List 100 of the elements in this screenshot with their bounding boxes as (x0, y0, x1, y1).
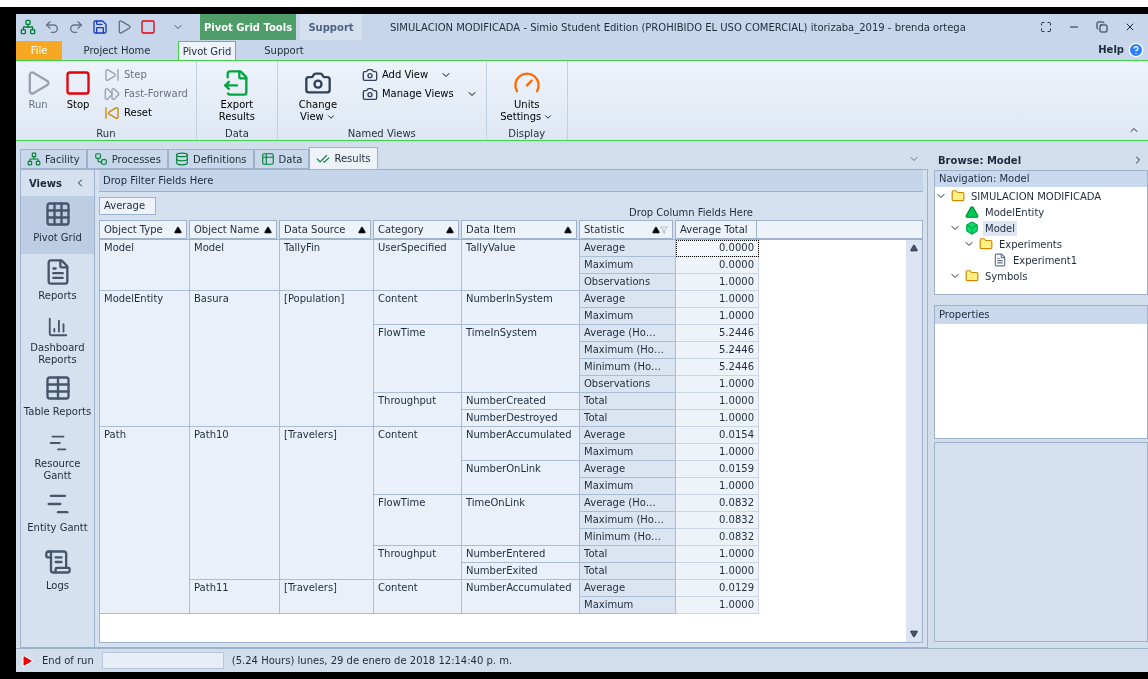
sort-icon[interactable] (358, 225, 366, 234)
scrollbar[interactable] (906, 240, 922, 642)
scroll-up-icon[interactable] (910, 244, 918, 252)
field-header[interactable]: Statistic (579, 220, 673, 239)
document-tab[interactable]: Results (309, 147, 378, 169)
view-item[interactable]: Table Reports (21, 370, 94, 428)
statistic-cell: Average (580, 291, 676, 308)
value-cell[interactable]: 0.0154 (676, 427, 759, 444)
value-cell[interactable]: 0.0000 (676, 257, 759, 274)
tree-item[interactable]: ModelEntity (983, 204, 1047, 220)
value-cell[interactable]: 1.0000 (676, 308, 759, 325)
view-item[interactable]: Reports (21, 254, 94, 312)
document-tab[interactable]: Facility (20, 149, 87, 169)
ribbon-tab[interactable]: Support (252, 41, 316, 60)
view-item[interactable]: Pivot Grid (21, 196, 94, 254)
ribbon-button[interactable]: Reset (100, 103, 192, 122)
ribbon-button[interactable]: Stop (60, 65, 96, 111)
tree-item[interactable]: SIMULACION MODIFICADA (969, 188, 1104, 204)
value-cell[interactable]: 1.0000 (676, 597, 759, 614)
value-cell[interactable]: 0.0159 (676, 461, 759, 478)
row-header-cell: TallyFin (280, 240, 374, 291)
statistic-cell: Average (580, 240, 676, 257)
statistic-cell: Total (580, 563, 676, 580)
value-cell[interactable]: 0.0832 (676, 529, 759, 546)
value-cell[interactable]: 1.0000 (676, 274, 759, 291)
value-cell[interactable]: 1.0000 (676, 376, 759, 393)
scroll-down-icon[interactable] (910, 630, 918, 638)
ribbon-button[interactable]: Change View (281, 65, 354, 123)
save-icon[interactable] (92, 19, 108, 35)
value-cell[interactable]: 0.0832 (676, 512, 759, 529)
statistic-cell: Maximum (Ho… (580, 342, 676, 359)
sort-icon[interactable] (264, 225, 272, 234)
tab-icon (260, 152, 275, 166)
redo-icon[interactable] (68, 19, 84, 35)
stop-icon[interactable] (140, 19, 156, 35)
sort-icon[interactable] (564, 225, 572, 234)
statistic-cell: Average (580, 461, 676, 478)
row-header-cell: [Population] (280, 291, 374, 427)
ribbon-button[interactable]: Add View (357, 65, 482, 84)
help-label[interactable]: Help (1098, 42, 1124, 57)
cube-icon (965, 221, 979, 235)
field-header[interactable]: Object Type (99, 220, 187, 239)
value-cell[interactable]: 1.0000 (676, 444, 759, 461)
sort-icon[interactable] (446, 225, 454, 234)
tree-item[interactable]: Model (983, 220, 1018, 236)
triangle-icon (965, 205, 979, 219)
document-tab[interactable]: Definitions (167, 149, 254, 169)
row-header-cell: TallyValue (462, 240, 580, 291)
row-header-cell: NumberDestroyed (462, 410, 580, 427)
data-field-button[interactable]: Average (99, 197, 156, 215)
view-item[interactable]: Dashboard Reports (21, 312, 94, 370)
field-header[interactable]: Data Source (279, 220, 371, 239)
sort-icon[interactable] (652, 225, 660, 234)
value-cell[interactable]: 1.0000 (676, 393, 759, 410)
tree-item[interactable]: Experiment1 (1011, 252, 1080, 268)
value-cell[interactable]: 1.0000 (676, 546, 759, 563)
ribbon-button[interactable]: Manage Views (357, 84, 482, 103)
ribbon-tab[interactable]: Project Home (62, 41, 172, 60)
view-item[interactable]: Resource Gantt (21, 428, 94, 486)
value-cell[interactable]: 5.2446 (676, 325, 759, 342)
ribbon-tab[interactable]: Pivot Grid (178, 41, 236, 60)
value-cell[interactable]: 0.0129 (676, 580, 759, 597)
ribbon-button[interactable]: Units Settings (490, 65, 563, 123)
restore-icon[interactable] (1096, 21, 1108, 33)
close-icon[interactable] (1124, 21, 1136, 33)
step-icon (104, 66, 120, 83)
undo-icon[interactable] (44, 19, 60, 35)
value-cell[interactable]: 1.0000 (676, 410, 759, 427)
field-header[interactable]: Category (373, 220, 459, 239)
folder-icon (979, 237, 993, 251)
views-title: Views (29, 176, 62, 191)
field-header[interactable]: Data Item (461, 220, 577, 239)
ribbon-button[interactable]: Export Results (200, 65, 273, 123)
help-icon[interactable] (1128, 42, 1144, 58)
app-icon[interactable] (20, 19, 36, 35)
field-header[interactable]: Object Name (189, 220, 277, 239)
value-cell[interactable]: 5.2446 (676, 359, 759, 376)
sort-icon[interactable] (174, 225, 182, 234)
value-cell[interactable]: 0.0832 (676, 495, 759, 512)
value-cell[interactable]: 1.0000 (676, 563, 759, 580)
value-cell[interactable]: 1.0000 (676, 291, 759, 308)
value-cell[interactable]: 5.2446 (676, 342, 759, 359)
tree-item[interactable]: Symbols (983, 268, 1030, 284)
navigation-title: Navigation: Model (935, 171, 1147, 187)
row-header-cell: Content (374, 291, 462, 325)
statistic-cell: Maximum (Ho… (580, 512, 676, 529)
run-icon[interactable] (116, 19, 132, 35)
group-label: Named Views (346, 127, 417, 140)
view-item[interactable]: Entity Gantt (21, 486, 94, 544)
row-header-cell: TimeInSystem (462, 325, 580, 393)
view-item[interactable]: Logs (21, 544, 94, 602)
tree-item[interactable]: Experiments (997, 236, 1064, 252)
document-icon (993, 253, 1007, 267)
fullscreen-icon[interactable] (1040, 21, 1052, 33)
row-header-cell: [Travelers] (280, 427, 374, 580)
document-tab[interactable]: Processes (86, 149, 168, 169)
value-cell[interactable]: 1.0000 (676, 478, 759, 495)
statistic-cell: Average (580, 427, 676, 444)
document-tab[interactable]: Data (253, 149, 310, 169)
value-cell[interactable]: 0.0000 (676, 240, 759, 257)
